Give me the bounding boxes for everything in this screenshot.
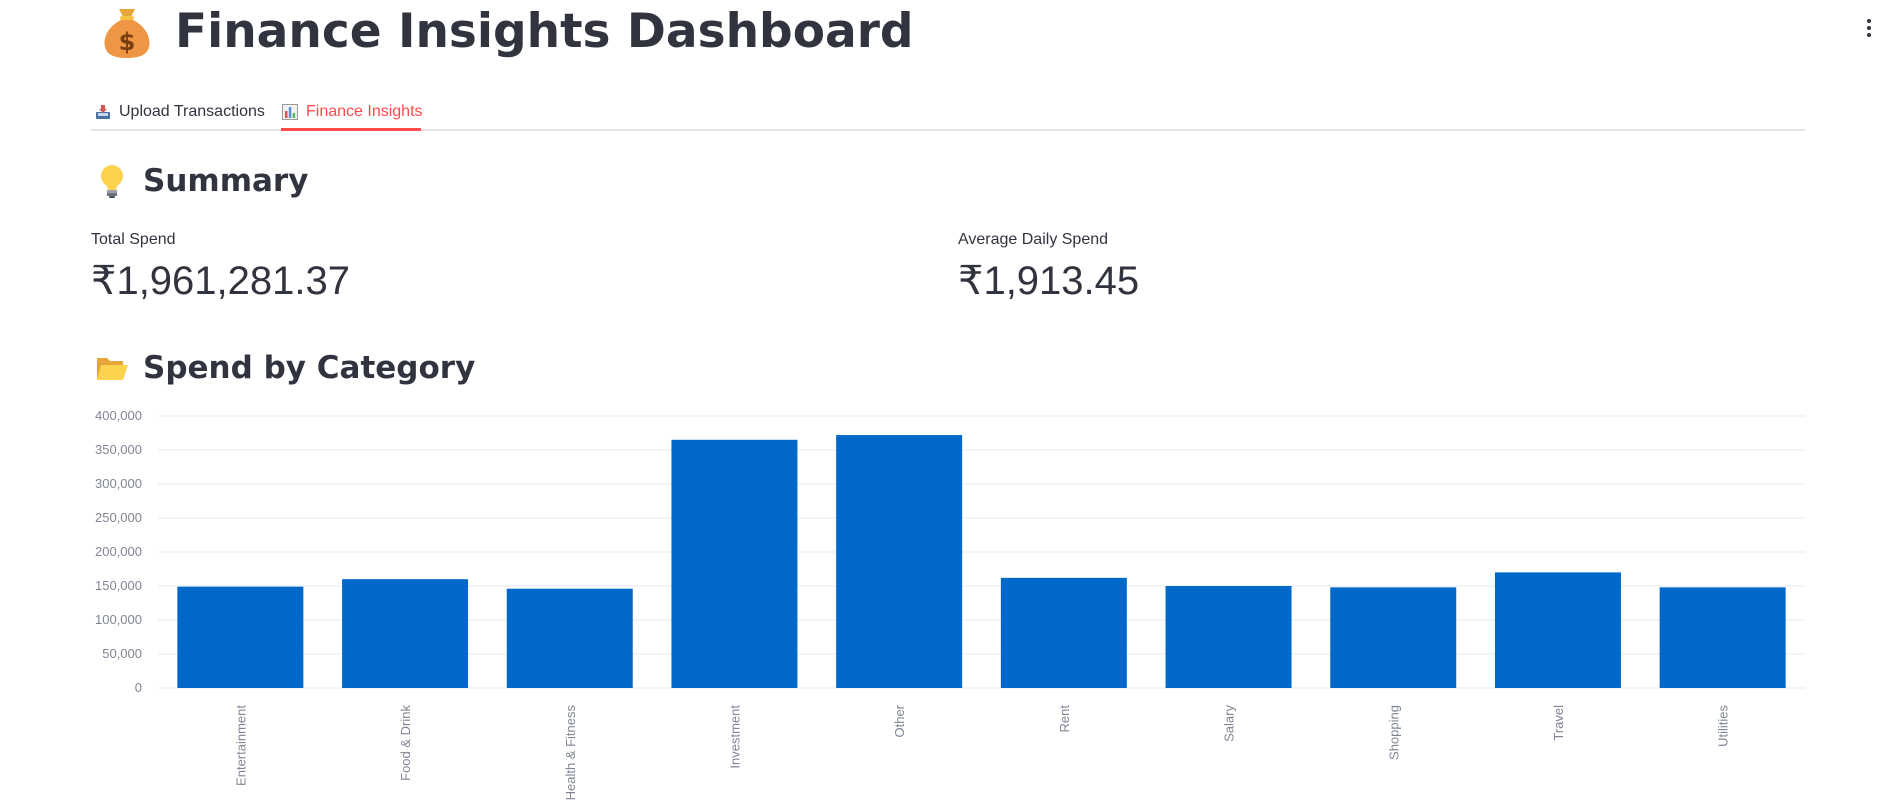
bar-investment[interactable] — [671, 439, 798, 688]
bar-other[interactable] — [836, 435, 963, 688]
tab-finance-insights[interactable]: Finance Insights — [282, 94, 423, 130]
bar-health-fitness[interactable] — [506, 588, 633, 688]
spend-by-category-heading: Spend by Category — [95, 350, 475, 386]
x-tick-label: Investment — [727, 705, 742, 769]
x-tick-label: Shopping — [1386, 705, 1401, 760]
summary-heading: Summary — [95, 163, 308, 199]
y-tick-label: 250,000 — [95, 510, 142, 525]
page-header: $ Finance Insights Dashboard — [101, 0, 914, 62]
active-tab-indicator — [281, 128, 421, 131]
x-tick-label: Other — [892, 704, 907, 737]
bar-rent[interactable] — [1000, 577, 1127, 688]
tab-label: Upload Transactions — [119, 103, 265, 120]
x-tick-label: Utilities — [1716, 705, 1731, 747]
section-title: Summary — [143, 163, 309, 199]
y-tick-label: 300,000 — [95, 476, 142, 491]
menu-dot — [1867, 26, 1871, 30]
y-tick-label: 200,000 — [95, 544, 142, 559]
x-tick-label: Health & Fitness — [563, 705, 578, 801]
bar-travel[interactable] — [1494, 572, 1621, 688]
y-tick-label: 150,000 — [95, 578, 142, 593]
x-tick-label: Entertainment — [233, 705, 248, 786]
y-tick-label: 350,000 — [95, 442, 142, 457]
y-tick-label: 400,000 — [95, 408, 142, 423]
menu-dot — [1867, 19, 1871, 23]
x-tick-label: Travel — [1551, 705, 1566, 741]
x-tick-label: Salary — [1222, 705, 1237, 742]
bar-chart-icon — [282, 104, 298, 120]
total-spend-value: ₹1,961,281.37 — [91, 259, 351, 303]
section-title: Spend by Category — [143, 350, 476, 386]
bar-salary[interactable] — [1165, 586, 1292, 688]
light-bulb-icon — [101, 165, 123, 198]
x-tick-label: Food & Drink — [398, 705, 413, 781]
average-daily-spend-label: Average Daily Spend — [958, 231, 1109, 248]
open-folder-icon — [97, 358, 128, 380]
tab-upload-transactions[interactable]: Upload Transactions — [95, 94, 265, 130]
y-tick-label: 0 — [135, 680, 142, 695]
bar-shopping[interactable] — [1330, 587, 1457, 688]
y-tick-label: 50,000 — [102, 646, 142, 661]
main-menu-button[interactable] — [1857, 14, 1881, 42]
page-title: Finance Insights Dashboard — [175, 3, 914, 59]
average-daily-spend-value: ₹1,913.45 — [958, 259, 1140, 303]
tab-bar: Upload Transactions Finance Insights — [91, 88, 1805, 131]
bar-entertainment[interactable] — [177, 586, 304, 688]
inbox-tray-icon — [96, 105, 110, 119]
tab-label: Finance Insights — [306, 103, 423, 120]
y-tick-label: 100,000 — [95, 612, 142, 627]
bar-chart[interactable]: 0 50,000 100,000 150,000 200,000 250,000 300,0… — [80, 408, 1810, 807]
menu-dot — [1867, 33, 1871, 37]
bar-food-drink[interactable] — [342, 579, 469, 688]
bar-utilities[interactable] — [1659, 587, 1786, 688]
x-tick-label: Rent — [1057, 705, 1072, 733]
spend-by-category-chart[interactable]: 0 50,000 100,000 150,000 200,000 250,000 300,0… — [80, 408, 1810, 807]
svg-text:$: $ — [119, 28, 136, 56]
money-bag-icon: $ — [104, 9, 150, 58]
total-spend-label: Total Spend — [91, 231, 176, 248]
